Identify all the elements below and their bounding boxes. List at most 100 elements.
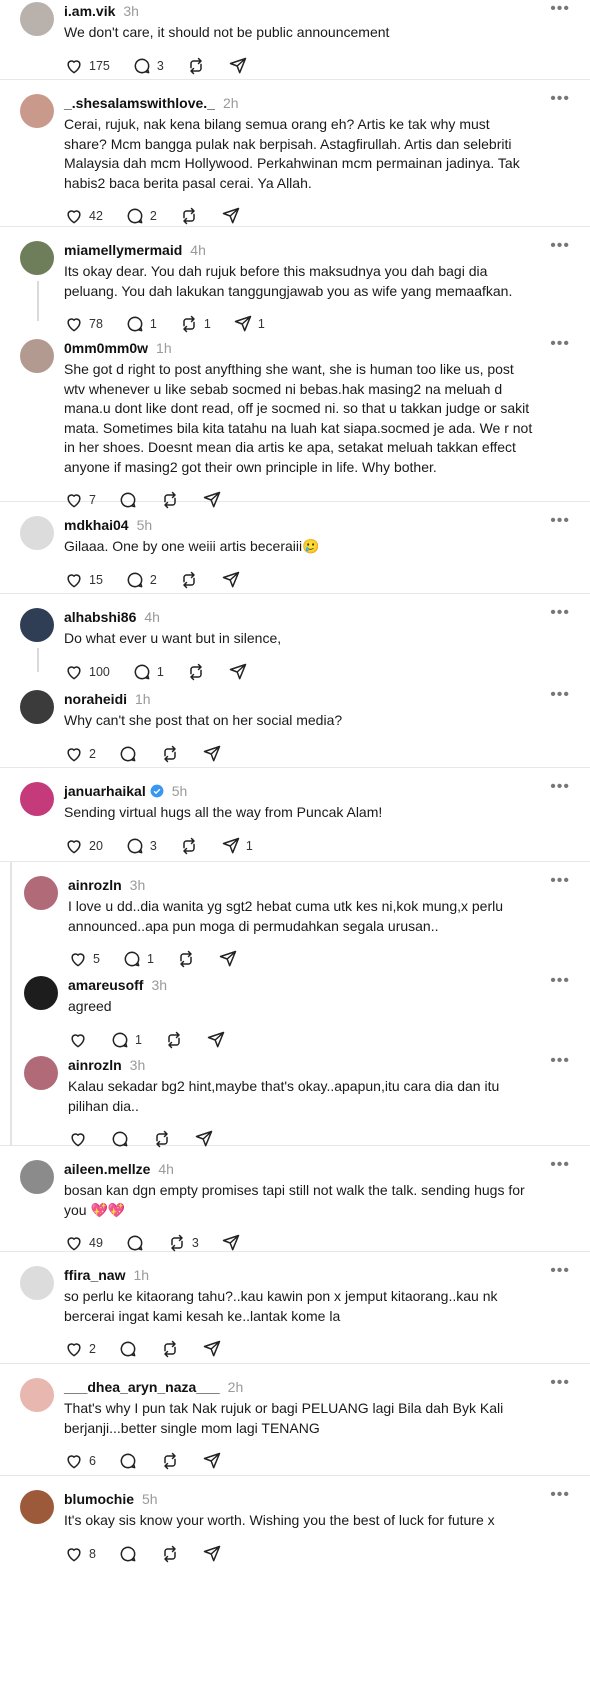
avatar[interactable] [20,1266,54,1300]
username[interactable]: amareusoff [68,977,143,993]
reply-button[interactable]: 3 [132,56,164,76]
avatar[interactable] [24,876,58,910]
more-icon[interactable]: ••• [550,1157,570,1173]
share-button[interactable] [221,570,241,590]
share-button[interactable] [221,206,241,226]
like-button[interactable]: 2 [64,744,96,764]
reply-button[interactable] [125,1233,145,1253]
more-icon[interactable]: ••• [550,873,570,889]
more-icon[interactable]: ••• [550,1375,570,1391]
repost-button[interactable] [160,1339,180,1359]
more-icon[interactable]: ••• [550,1487,570,1503]
like-button[interactable]: 42 [64,206,103,226]
reply-indent-line [10,862,12,962]
replies-count: 2 [149,209,157,223]
username[interactable]: ffira_naw [64,1267,125,1283]
repost-button[interactable] [179,836,199,856]
more-icon[interactable]: ••• [550,91,570,107]
heart-icon [67,1547,81,1561]
reply-button[interactable] [118,1544,138,1564]
share-button[interactable] [221,1233,241,1253]
share-button[interactable] [228,56,248,76]
send-icon [222,207,240,224]
username[interactable]: aileen.mellze [64,1161,150,1177]
username[interactable]: blumochie [64,1491,134,1507]
reply-button[interactable]: 2 [125,570,157,590]
post-text: agreed [68,998,112,1014]
post-text: It's okay sis know your worth. Wishing y… [64,1512,495,1528]
more-icon[interactable]: ••• [550,1,570,17]
comment-icon [127,572,143,587]
threads-feed: i.am.vik 3h We don't care, it should not b… [0,0,590,1566]
post-time: 5h [142,1491,158,1507]
like-button[interactable]: 20 [64,836,103,856]
username[interactable]: _.shesalamswithlove._ [64,95,215,111]
more-icon[interactable]: ••• [550,687,570,703]
username[interactable]: ainrozln [68,877,122,893]
username[interactable]: i.am.vik [64,3,115,19]
thread-post: alhabshi86 4h Do what ever u want but in s… [0,594,590,680]
avatar[interactable] [20,1378,54,1412]
repost-button[interactable] [179,206,199,226]
repost-icon [164,1545,176,1562]
likes-count: 6 [89,1454,96,1468]
avatar[interactable] [20,2,54,36]
more-icon[interactable]: ••• [550,1263,570,1279]
more-icon[interactable]: ••• [550,336,570,352]
reply-button[interactable]: 2 [125,206,157,226]
post-text: I love u dd..dia wanita yg sgt2 hebat cu… [68,898,507,934]
avatar[interactable] [20,1160,54,1194]
username[interactable]: mdkhai04 [64,517,129,533]
avatar[interactable] [20,1490,54,1524]
avatar[interactable] [20,516,54,550]
more-icon[interactable]: ••• [550,513,570,529]
more-icon[interactable]: ••• [550,1053,570,1069]
comment-icon [120,746,136,761]
thread-post: blumochie 5h It's okay sis know your worth… [0,1476,590,1566]
more-icon[interactable]: ••• [550,605,570,621]
like-button[interactable]: 2 [64,1339,96,1359]
like-button[interactable]: 8 [64,1544,96,1564]
like-button[interactable]: 49 [64,1233,103,1253]
reply-button[interactable]: 3 [125,836,157,856]
post-text: Cerai, rujuk, nak kena bilang semua oran… [64,116,524,191]
comment-icon [127,838,143,853]
more-icon[interactable]: ••• [550,238,570,254]
username[interactable]: ___dhea_aryn_naza___ [64,1379,220,1395]
share-button[interactable] [202,1451,222,1471]
heart-icon [67,1237,81,1251]
avatar[interactable] [20,241,54,275]
share-button[interactable]: 1 [221,836,253,856]
reply-button[interactable] [118,1339,138,1359]
like-button[interactable]: 175 [64,56,110,76]
username[interactable]: ainrozln [68,1057,122,1073]
post-time: 5h [171,783,188,799]
username[interactable]: miamellymermaid [64,242,182,258]
more-icon[interactable]: ••• [550,779,570,795]
avatar[interactable] [20,608,54,642]
username[interactable]: alhabshi86 [64,609,136,625]
more-icon[interactable]: ••• [550,973,570,989]
share-button[interactable] [202,744,222,764]
repost-button[interactable]: 3 [167,1233,199,1253]
avatar[interactable] [24,976,58,1010]
avatar[interactable] [20,690,54,724]
repost-button[interactable] [186,56,206,76]
username[interactable]: 0mm0mm0w [64,340,148,356]
repost-button[interactable] [179,570,199,590]
username[interactable]: noraheidi [64,691,127,707]
avatar[interactable] [20,782,54,816]
username[interactable]: januarhaikal [64,783,146,799]
reply-button[interactable] [118,744,138,764]
reply-button[interactable] [118,1451,138,1471]
avatar[interactable] [24,1056,58,1090]
share-button[interactable] [202,1544,222,1564]
like-button[interactable]: 15 [64,570,103,590]
repost-button[interactable] [160,744,180,764]
avatar[interactable] [20,94,54,128]
like-button[interactable]: 6 [64,1451,96,1471]
share-button[interactable] [202,1339,222,1359]
avatar[interactable] [20,339,54,373]
repost-button[interactable] [160,1451,180,1471]
repost-button[interactable] [160,1544,180,1564]
